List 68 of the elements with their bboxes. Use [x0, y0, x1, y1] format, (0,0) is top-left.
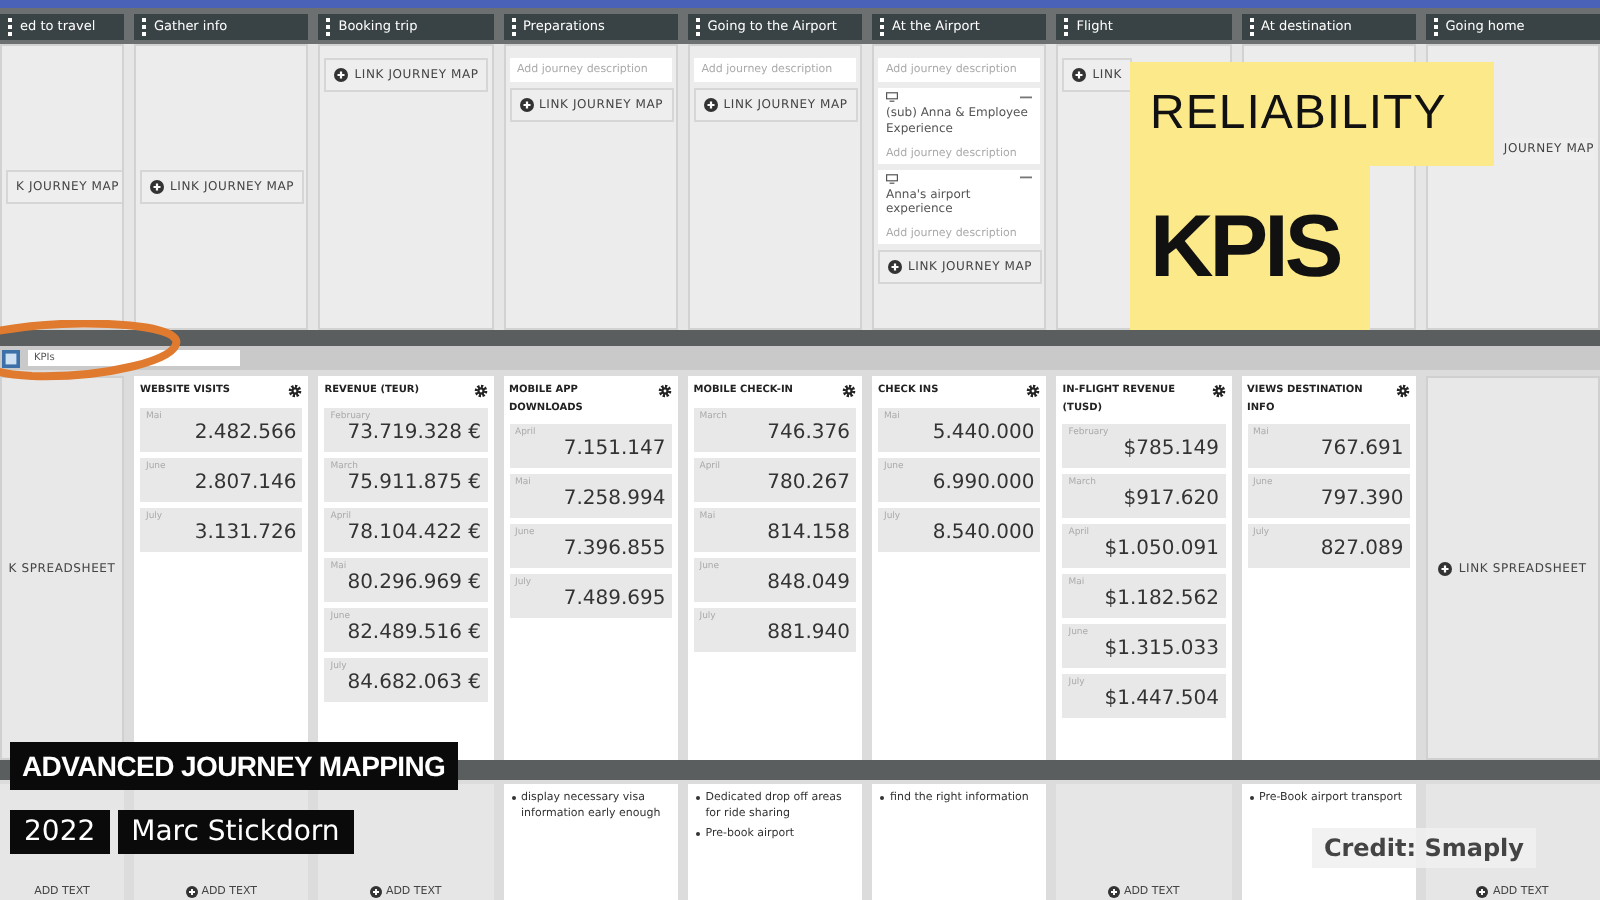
credit-label: Credit: Smaply [1311, 828, 1536, 868]
screen-icon [886, 92, 898, 102]
settings-icon[interactable] [1026, 384, 1041, 398]
plus-circle-icon [519, 98, 533, 112]
kpi-value: 7.258.994 [561, 488, 666, 510]
kpi-value: 78.104.422 € [345, 522, 481, 544]
drag-handle-icon[interactable] [880, 17, 884, 35]
minus-icon[interactable] [1020, 176, 1033, 181]
kpi-value: 2.807.146 [192, 472, 297, 494]
drag-handle-icon[interactable] [1433, 17, 1438, 35]
kpi-value: 73.719.328 € [345, 422, 481, 444]
author-name: Marc Stickdorn [117, 810, 354, 854]
kpi-value: 827.089 [1318, 538, 1404, 560]
kpi-value: $917.620 [1121, 488, 1219, 510]
minus-icon[interactable] [1020, 95, 1033, 99]
drag-handle-icon[interactable] [511, 17, 515, 35]
plus-circle-icon [1072, 68, 1087, 82]
kpi-value: 2.482.566 [192, 422, 297, 444]
kpi-value: $1.447.504 [1102, 688, 1219, 710]
plus-circle-icon [334, 68, 349, 82]
video-title: ADVANCED JOURNEY MAPPING [10, 742, 458, 790]
kpi-value: 80.296.969 € [345, 572, 481, 594]
kpi-value: $1.182.562 [1102, 588, 1219, 610]
kpi-value: 7.396.855 [561, 538, 666, 560]
kpi-value: $785.149 [1121, 438, 1219, 460]
kpi-value: 797.390 [1318, 488, 1404, 510]
plus-circle-icon [888, 260, 902, 275]
settings-icon[interactable] [1395, 384, 1410, 398]
kpi-value: 82.489.516 € [345, 622, 481, 644]
drag-handle-icon[interactable] [142, 17, 146, 35]
plus-circle-icon [150, 180, 164, 194]
kpi-value: 746.376 [765, 422, 850, 444]
caption-tag: RELIABILITY [1130, 62, 1494, 166]
drag-handle-icon[interactable] [326, 17, 331, 35]
kpi-value: 780.267 [765, 472, 850, 494]
drag-handle-icon[interactable] [1249, 17, 1253, 35]
settings-icon[interactable] [657, 384, 672, 398]
drag-handle-icon[interactable] [1064, 17, 1069, 35]
settings-icon[interactable] [288, 384, 303, 398]
kpi-value: 814.158 [765, 522, 850, 544]
kpi-value: $1.315.033 [1102, 638, 1219, 660]
kpi-value: 5.440.000 [930, 422, 1035, 444]
kpi-value: 84.682.063 € [345, 672, 481, 694]
kpi-value: 7.151.147 [561, 438, 666, 460]
settings-icon[interactable] [473, 384, 487, 398]
plus-circle-icon [1107, 886, 1120, 898]
kpi-value: 767.691 [1318, 438, 1404, 460]
kpi-value: $1.050.091 [1102, 538, 1219, 560]
plus-circle-icon [703, 98, 718, 112]
kpi-value: 8.540.000 [930, 522, 1035, 544]
settings-icon[interactable] [842, 384, 856, 398]
settings-icon[interactable] [1211, 384, 1225, 398]
kpi-value: 3.131.726 [192, 522, 297, 544]
drag-handle-icon[interactable] [8, 17, 12, 35]
caption-tag: KPIS [1130, 166, 1370, 330]
screen-icon [886, 173, 898, 184]
plus-circle-icon [1476, 886, 1489, 898]
plus-circle-icon [369, 886, 382, 898]
kpi-value: 848.049 [765, 572, 850, 594]
drag-handle-icon[interactable] [695, 17, 700, 35]
lane-icon[interactable] [2, 349, 20, 367]
year-label: 2022 [10, 810, 110, 854]
kpi-value: 7.489.695 [561, 588, 666, 610]
kpi-value: 75.911.875 € [345, 472, 481, 494]
plus-circle-icon [185, 886, 198, 898]
kpi-value: 881.940 [765, 622, 850, 644]
plus-circle-icon [1438, 561, 1453, 575]
kpi-value: 6.990.000 [930, 472, 1035, 494]
